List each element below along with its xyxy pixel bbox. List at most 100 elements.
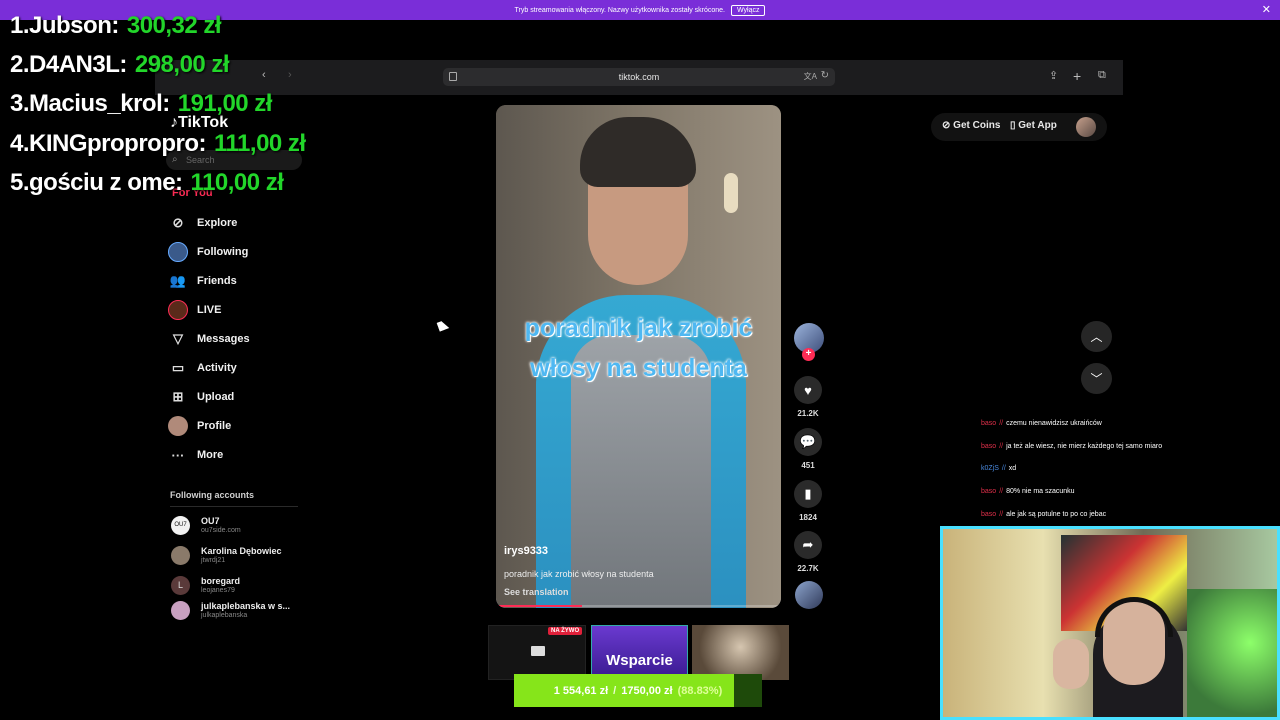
sidebar-item-messages[interactable]: ▽ Messages xyxy=(168,328,250,350)
close-icon[interactable]: ✕ xyxy=(1262,3,1271,16)
streamer-hand xyxy=(1053,639,1089,689)
bookmark-icon[interactable]: ▮ xyxy=(794,480,822,508)
account-handle: jtwrdj21 xyxy=(201,556,226,564)
sidebar-item-profile[interactable]: Profile xyxy=(168,415,231,437)
coin-icon: ⊘ xyxy=(942,120,954,131)
goal-separator: / xyxy=(613,684,617,697)
goal-target: 1750,00 zł xyxy=(621,684,673,697)
account-item[interactable]: Karolina Dębowiec jtwrdj21 xyxy=(171,542,282,568)
account-handle: leojanes79 xyxy=(201,586,235,594)
video-author[interactable]: irys9333 xyxy=(504,545,548,557)
like-action[interactable]: ♥ 21.2K xyxy=(794,376,822,418)
get-coins-button[interactable]: ⊘ Get Coins xyxy=(942,120,1000,131)
account-item[interactable]: L boregard leojanes79 xyxy=(171,572,240,598)
compass-icon: ⊘ xyxy=(172,215,184,230)
chat-message: baso//czemu nienawidzisz ukraińców xyxy=(981,420,1102,427)
donation-goal-bar: 1 554,61 zł / 1750,00 zł (88.83%) xyxy=(514,674,762,707)
leaderboard-row: 5. gościu z ome: 110,00 zł xyxy=(10,168,284,196)
sidebar-item-following[interactable]: Following xyxy=(168,241,248,263)
account-avatar xyxy=(171,545,190,565)
goal-label: 1 554,61 zł / 1750,00 zł (88.83%) xyxy=(514,674,762,707)
sidebar-item-more[interactable]: ··· More xyxy=(168,444,224,466)
upload-icon: ⊞ xyxy=(172,389,184,404)
sidebar-item-explore[interactable]: ⊘ Explore xyxy=(168,212,238,234)
support-thumbnail[interactable]: Wsparcie xyxy=(591,625,688,680)
chat-message: baso//ja też ale wiesz, nie mierz każdeg… xyxy=(981,443,1163,450)
like-count: 21.2K xyxy=(797,409,819,418)
account-handle: julkaplebanska xyxy=(201,612,248,619)
monitor-icon xyxy=(531,646,545,656)
sidebar-item-friends[interactable]: 👥 Friends xyxy=(168,270,237,292)
green-light xyxy=(1187,589,1277,717)
leaderboard-row: 3. Macius_krol: 191,00 zł xyxy=(10,90,272,118)
following-avatar-icon xyxy=(168,242,188,262)
share-arrow-icon[interactable]: ➦ xyxy=(794,531,822,559)
account-avatar: L xyxy=(171,575,190,595)
video-player[interactable]: poradnik jak zrobić włosy na studenta ir… xyxy=(496,105,781,608)
account-name: boregard xyxy=(201,575,241,586)
activity-icon: ▭ xyxy=(171,360,185,375)
url-text: tiktok.com xyxy=(618,72,660,82)
save-action[interactable]: ▮ 1824 xyxy=(794,480,822,522)
previous-video-button[interactable]: ︿ xyxy=(1081,321,1112,352)
account-handle: ou7side.com xyxy=(201,526,241,534)
disable-streaming-button[interactable]: Wyłącz xyxy=(730,4,766,16)
page-icon xyxy=(449,72,457,81)
chat-message: k0ZjS//xd xyxy=(981,465,1017,472)
video-progress-bar[interactable] xyxy=(496,605,781,607)
friends-icon: 👥 xyxy=(169,273,187,288)
goal-percent: (88.83%) xyxy=(677,684,723,697)
mouse-cursor xyxy=(436,319,450,332)
share-icon[interactable]: ⇪ xyxy=(1049,69,1058,82)
more-icon: ··· xyxy=(171,447,185,463)
chevron-down-icon: ﹀ xyxy=(1090,372,1103,386)
new-tab-icon[interactable]: + xyxy=(1073,68,1081,84)
chat-message: baso//ale jak są potulne to po co jebac xyxy=(981,511,1107,518)
account-name: OU7 xyxy=(201,515,220,526)
music-disc-icon[interactable] xyxy=(795,581,823,609)
chevron-up-icon: ︿ xyxy=(1090,330,1103,344)
webcam-overlay xyxy=(940,526,1280,720)
account-avatar xyxy=(171,601,190,620)
live-icon xyxy=(168,300,188,320)
video-caption-overlay: poradnik jak zrobić włosy na studenta xyxy=(524,314,753,382)
heart-icon[interactable]: ♥ xyxy=(794,376,822,404)
leaderboard-row: 1. Jubson: 300,32 zł xyxy=(10,11,222,39)
address-bar[interactable]: tiktok.com 文A ↻ xyxy=(443,68,835,86)
chat-message: baso//80% nie ma szacunku xyxy=(981,488,1075,495)
share-count: 22.7K xyxy=(797,564,819,573)
leaderboard-row: 2. D4AN3L: 298,00 zł xyxy=(10,50,230,78)
next-video-button[interactable]: ﹀ xyxy=(1081,363,1112,394)
video-description: poradnik jak zrobić włosy na studenta xyxy=(504,569,654,579)
sidebar-item-upload[interactable]: ⊞ Upload xyxy=(168,386,235,408)
share-action[interactable]: ➦ 22.7K xyxy=(794,531,822,573)
account-item[interactable]: julkaplebanska w s... julkaplebanska xyxy=(171,601,290,621)
see-translation-link[interactable]: See translation xyxy=(504,587,569,597)
comment-action[interactable]: 💬 451 xyxy=(794,428,822,470)
save-count: 1824 xyxy=(799,513,817,522)
user-avatar[interactable] xyxy=(1076,117,1096,137)
live-badge: NA ŻYWO xyxy=(548,627,583,635)
reload-icon[interactable]: ↻ xyxy=(821,70,829,81)
screen: Tryb streamowania włączony. Nazwy użytko… xyxy=(0,0,1280,720)
account-name: Karolina Dębowiec xyxy=(201,545,282,556)
account-name: julkaplebanska w s... xyxy=(201,601,291,611)
video-progress-fill xyxy=(496,605,582,607)
donation-leaderboard: 1. Jubson: 300,32 zł 2. D4AN3L: 298,00 zł 3.… xyxy=(10,6,306,202)
sidebar-item-activity[interactable]: ▭ Activity xyxy=(168,357,237,379)
comment-icon[interactable]: 💬 xyxy=(794,428,822,456)
follow-plus-icon[interactable]: + xyxy=(802,348,815,361)
sidebar-item-live[interactable]: LIVE xyxy=(168,299,221,321)
leaderboard-row: 4. KINGpropropro: 111,00 zł xyxy=(10,129,306,157)
dog-thumbnail[interactable] xyxy=(692,625,789,680)
translate-icon[interactable]: 文A xyxy=(804,71,817,82)
divider xyxy=(170,506,298,507)
account-item[interactable]: OU7 OU7 ou7side.com xyxy=(171,512,241,538)
goal-current: 1 554,61 zł xyxy=(553,684,609,697)
wall-lamp xyxy=(724,173,738,213)
messages-icon: ▽ xyxy=(173,331,183,346)
streaming-mode-text: Tryb streamowania włączony. Nazwy użytko… xyxy=(514,6,725,14)
profile-avatar-icon xyxy=(168,416,188,436)
tabs-icon[interactable]: ⧉ xyxy=(1098,69,1106,82)
get-app-button[interactable]: ▯ Get App xyxy=(1010,120,1057,131)
